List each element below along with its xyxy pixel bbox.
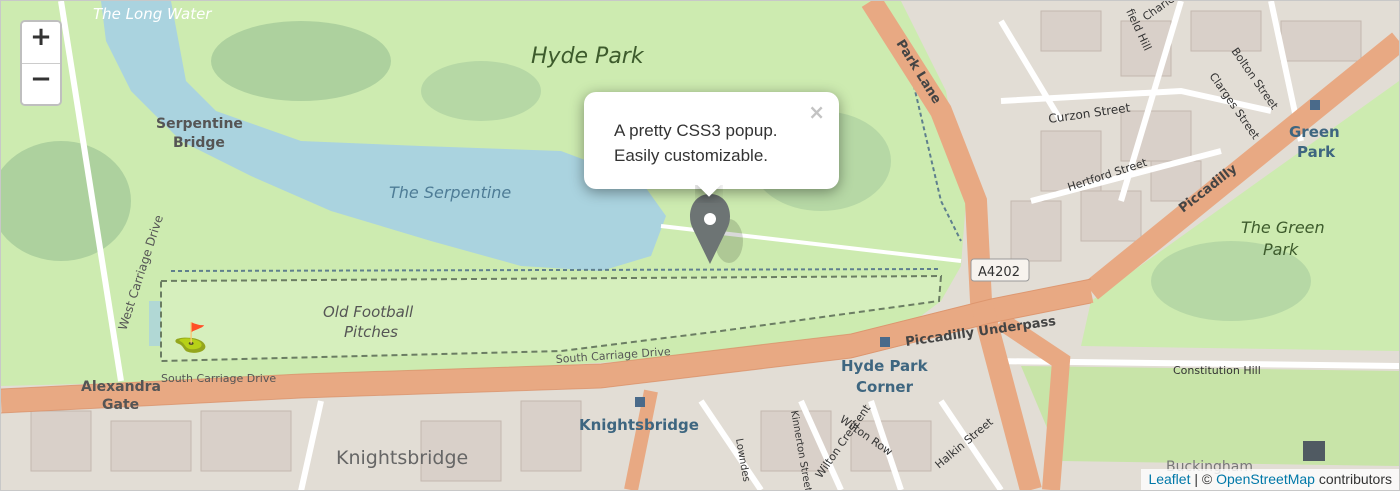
hyde-park-corner-label: Corner	[856, 378, 914, 396]
popup-text-line-1: A pretty CSS3 popup.	[614, 121, 778, 140]
attribution-suffix: contributors	[1314, 471, 1392, 487]
marker-dot	[704, 213, 716, 225]
knightsbridge-station-label: Knightsbridge	[579, 416, 699, 434]
palace-gardens-area	[1021, 366, 1399, 466]
leaflet-link[interactable]: Leaflet	[1148, 471, 1190, 487]
alexandra-gate-label: Gate	[102, 397, 139, 413]
green-park-station-label: Green	[1289, 123, 1340, 141]
palace-icon	[1303, 441, 1325, 461]
popup-tip	[695, 185, 723, 203]
the-green-park-label: Park	[1263, 240, 1299, 259]
attribution-separator: | ©	[1190, 471, 1217, 487]
woodland	[211, 21, 391, 101]
serpentine-bridge-label: Serpentine	[156, 116, 243, 132]
zoom-out-button[interactable]: −	[22, 64, 60, 104]
golf-icon: ⛳	[173, 321, 208, 354]
alexandra-gate-label: Alexandra	[81, 379, 161, 395]
football-pitches-label: Old Football	[323, 303, 414, 321]
football-pitches-label: Pitches	[344, 323, 398, 341]
hyde-park-corner-station-icon	[880, 337, 890, 347]
attribution-control: Leaflet | © OpenStreetMap contributors	[1141, 469, 1399, 490]
green-park-station-icon	[1310, 100, 1320, 110]
woodland	[421, 61, 541, 121]
constitution-hill-label: Constitution Hill	[1173, 364, 1261, 377]
zoom-control: + −	[20, 20, 62, 106]
knightsbridge-area-label: Knightsbridge	[336, 447, 468, 469]
the-green-park-label: The Green	[1241, 218, 1325, 237]
popup-text-line-2: Easily customizable.	[614, 146, 769, 165]
long-water-label: The Long Water	[93, 5, 212, 23]
map-container[interactable]: ⛳ Hyde Park The Long Water Serpentine Br…	[0, 0, 1400, 491]
zoom-in-button[interactable]: +	[22, 22, 60, 64]
knightsbridge-station-icon	[635, 397, 645, 407]
hyde-park-label: Hyde Park	[531, 44, 645, 69]
green-park-station-label: Park	[1297, 143, 1336, 161]
serpentine-label: The Serpentine	[389, 183, 511, 202]
serpentine-bridge-label: Bridge	[173, 135, 225, 151]
marker-popup: × A pretty CSS3 popup. Easily customizab…	[584, 92, 839, 189]
openstreetmap-link[interactable]: OpenStreetMap	[1216, 471, 1315, 487]
popup-close-button[interactable]: ×	[808, 100, 825, 124]
hyde-park-corner-label: Hyde Park	[841, 357, 929, 375]
map-tiles[interactable]: ⛳ Hyde Park The Long Water Serpentine Br…	[1, 1, 1399, 490]
south-carriage-drive-label: South Carriage Drive	[161, 372, 276, 385]
a4202-label: A4202	[978, 265, 1020, 280]
